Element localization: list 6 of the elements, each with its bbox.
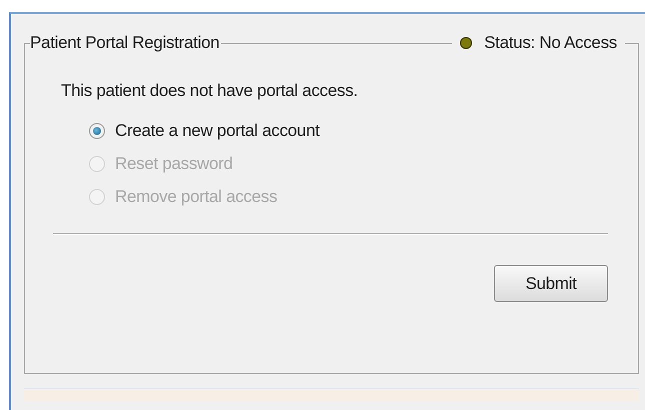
- group-title: Patient Portal Registration: [30, 33, 220, 53]
- radio-button[interactable]: [89, 123, 105, 139]
- description-text: This patient does not have portal access.: [61, 81, 359, 101]
- radio-option[interactable]: Create a new portal account: [89, 121, 608, 141]
- submit-button[interactable]: Submit: [494, 265, 608, 302]
- status-label: Status: No Access: [484, 33, 617, 53]
